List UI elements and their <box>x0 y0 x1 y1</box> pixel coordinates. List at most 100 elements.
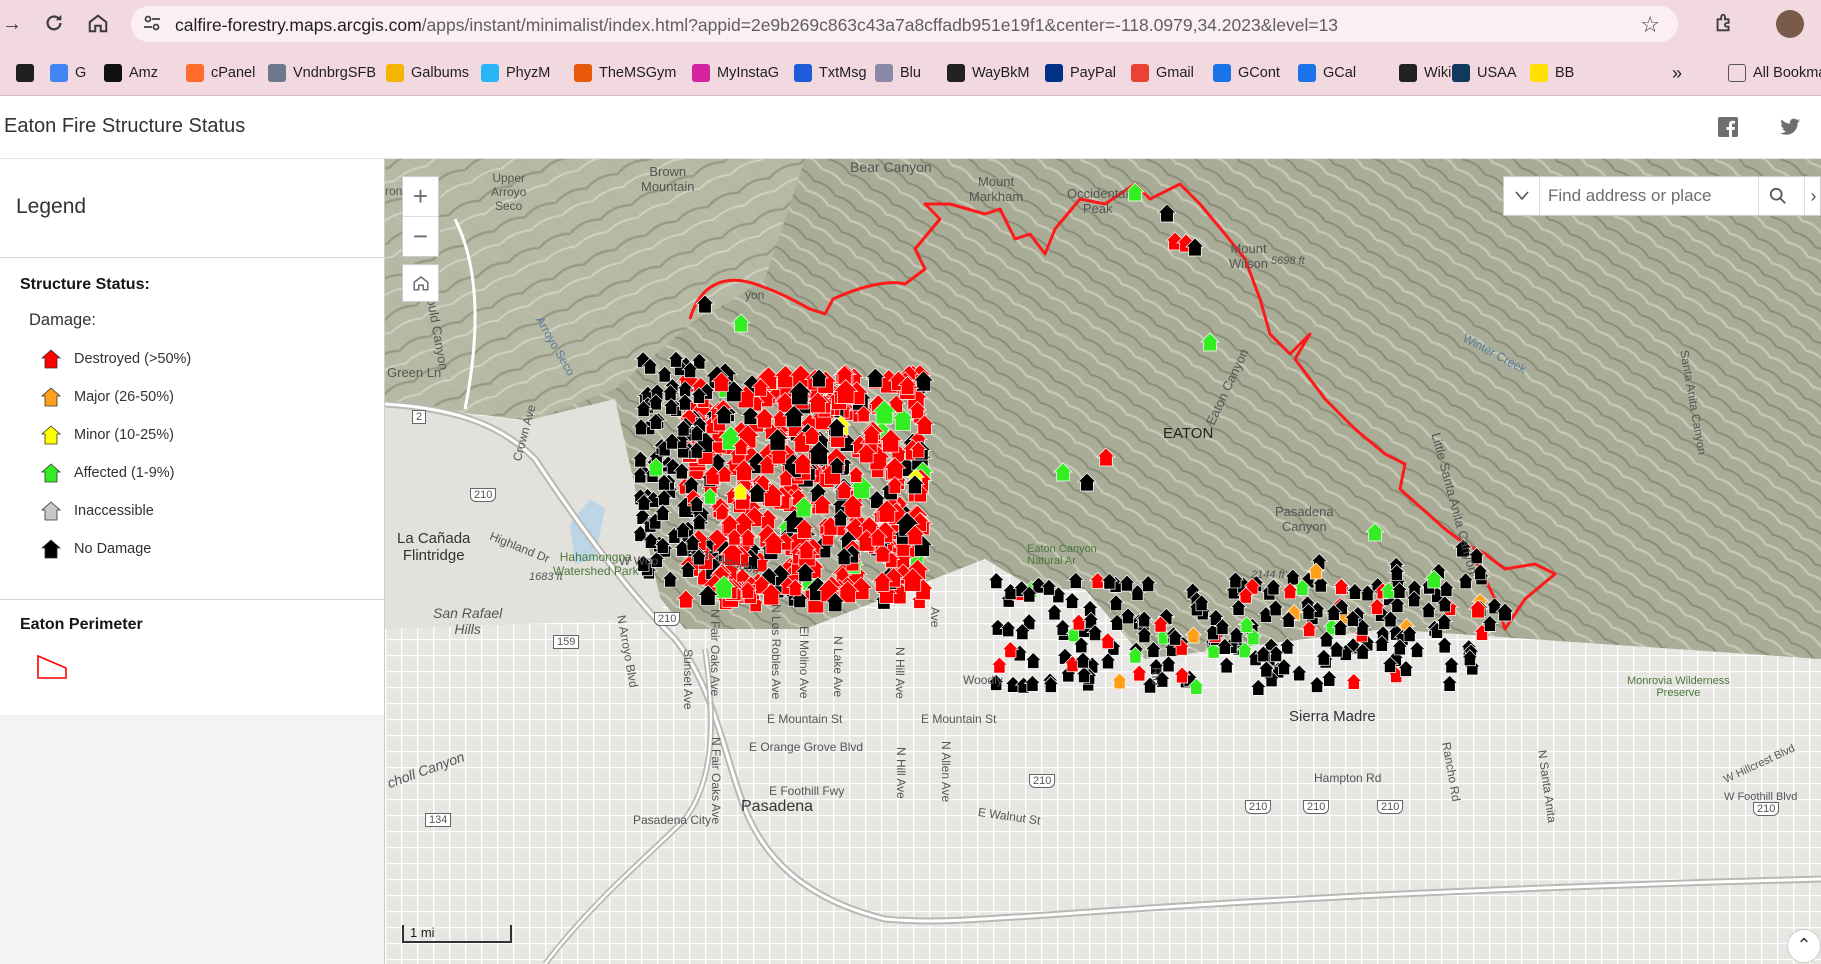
address-bar[interactable]: calfire-forestry.maps.arcgis.com/apps/in… <box>131 6 1678 42</box>
home-icon <box>413 276 428 291</box>
map-label: yon <box>745 288 765 302</box>
bookmark-star-icon[interactable]: ☆ <box>1640 12 1660 38</box>
reload-icon[interactable] <box>42 12 66 36</box>
map-label: 5698 ft <box>1271 255 1305 267</box>
bookmark-label: cPanel <box>211 65 256 81</box>
bookmark-item[interactable]: cPanel <box>186 62 255 84</box>
home-icon[interactable] <box>86 12 110 36</box>
map-label: Upper Arroyo Seco <box>491 171 527 213</box>
wayback-icon <box>947 64 965 82</box>
bookmark-label: G <box>75 65 87 81</box>
msgym-icon <box>574 64 592 82</box>
bookmark-item[interactable] <box>16 62 41 84</box>
folder-icon <box>1728 64 1746 82</box>
map-label: N Lake Ave <box>831 636 845 698</box>
bookmark-item[interactable]: MyInstaG <box>692 62 779 84</box>
phyz-icon <box>481 64 499 82</box>
route-shield: 159 <box>553 635 580 649</box>
bookmark-item[interactable]: USAA <box>1452 62 1517 84</box>
legend-item-label: Minor (10-25%) <box>74 427 174 443</box>
profile-avatar[interactable] <box>1776 10 1804 38</box>
bookmarks-overflow-button[interactable]: » <box>1672 62 1682 84</box>
map-label: El Molino Ave <box>797 626 811 699</box>
bookmark-item[interactable]: TheMSGym <box>574 62 676 84</box>
extensions-icon[interactable] <box>1712 12 1736 36</box>
house-destroyed-icon <box>40 349 62 369</box>
legend-item-label: No Damage <box>74 541 152 557</box>
site-info-icon[interactable] <box>141 13 163 35</box>
map-label: Eaton Canyon Natural Ar <box>1027 543 1097 567</box>
bookmark-item[interactable]: GCont <box>1213 62 1280 84</box>
map-label: ron <box>385 184 403 198</box>
bookmark-item[interactable]: WayBkM <box>947 62 1029 84</box>
map-label: Pasadena <box>741 798 814 815</box>
zoom-control: + − <box>402 176 439 257</box>
bookmark-label: PhyzM <box>506 65 551 81</box>
bookmark-item[interactable]: Blu <box>875 62 921 84</box>
contacts-icon <box>1213 64 1231 82</box>
legend-item-label: Major (26-50%) <box>74 389 174 405</box>
map-label: Sierra Madre <box>1289 708 1376 725</box>
forward-icon[interactable]: → <box>0 12 24 36</box>
legend-box: Legend Structure Status: Damage: Destroy… <box>0 159 384 715</box>
map-label: San Rafael Hills <box>433 605 503 637</box>
chevron-up-icon[interactable]: ⌃ <box>1787 929 1821 963</box>
bookmark-label: PayPal <box>1070 65 1116 81</box>
route-shield: 210 <box>1303 800 1330 814</box>
legend-item-major: Major (26-50%) <box>40 385 174 409</box>
facebook-icon[interactable] <box>1716 115 1740 139</box>
bookmark-item[interactable]: Gmail <box>1131 62 1194 84</box>
bookmark-item[interactable]: G <box>50 62 86 84</box>
bookmark-item[interactable]: GCal <box>1298 62 1356 84</box>
route-shield: 210 <box>470 488 497 502</box>
bookmark-label: BB <box>1555 65 1575 81</box>
bookmark-label: GCont <box>1238 65 1280 81</box>
page-title: Eaton Fire Structure Status <box>4 115 246 137</box>
bookmark-item[interactable]: Wikip <box>1399 62 1459 84</box>
bookmark-item[interactable]: PayPal <box>1045 62 1116 84</box>
route-shield: 210 <box>1245 800 1272 814</box>
map-label: N Los Robles Ave <box>769 604 783 700</box>
bookmark-label: Galbums <box>411 65 470 81</box>
bookmark-label: TxtMsg <box>819 65 867 81</box>
bookmark-item[interactable]: Amz <box>104 62 158 84</box>
legend-divider <box>0 257 384 258</box>
google-icon <box>50 64 68 82</box>
usaa-icon <box>1452 64 1470 82</box>
chevron-down-icon <box>1514 191 1529 201</box>
bookmark-item[interactable]: VndnbrgSFB <box>268 62 376 84</box>
search-input[interactable] <box>1548 177 1748 215</box>
route-shield: 210 <box>654 612 681 626</box>
bookmarks-bar: G Amz cPanel VndnbrgSFB Galbums PhyzM TheMSGym… <box>0 48 1821 96</box>
zoom-out-button[interactable]: − <box>403 217 438 257</box>
search-button[interactable] <box>1758 177 1796 215</box>
twitter-icon[interactable] <box>1778 115 1802 139</box>
search-source-dropdown[interactable] <box>1504 177 1540 215</box>
instagram-icon <box>692 64 710 82</box>
map-label: W Woo <box>619 554 659 568</box>
collapse-search-button[interactable]: › <box>1804 177 1821 215</box>
damage-group-label: Damage: <box>29 311 96 329</box>
bookmark-item[interactable]: PhyzM <box>481 62 550 84</box>
layer-title-eaton-perimeter: Eaton Perimeter <box>20 616 143 633</box>
url-text[interactable]: calfire-forestry.maps.arcgis.com/apps/in… <box>175 15 1338 36</box>
pinwheel-icon <box>386 64 404 82</box>
map-label: E Orange Grove Blvd <box>749 740 864 754</box>
legend-item-affected: Affected (1-9%) <box>40 461 174 485</box>
bookmark-label: MyInstaG <box>717 65 780 81</box>
bookmark-item[interactable]: BB <box>1530 62 1574 84</box>
all-bookmarks-button[interactable]: All Bookmarks <box>1728 62 1821 84</box>
chat-icon <box>794 64 812 82</box>
bookmark-label: GCal <box>1323 65 1357 81</box>
bookmark-item[interactable]: TxtMsg <box>794 62 867 84</box>
photo-icon <box>268 64 286 82</box>
legend-item-destroyed: Destroyed (>50%) <box>40 347 191 371</box>
bookmark-label: Gmail <box>1156 65 1194 81</box>
zoom-in-button[interactable]: + <box>403 177 438 217</box>
legend-item-inaccessible: Inaccessible <box>40 499 154 523</box>
route-shield: 210 <box>1377 800 1404 814</box>
home-extent-button[interactable] <box>402 264 439 302</box>
map-view[interactable]: Bear Canyon Brown Mountain Upper Arroyo … <box>385 159 1821 964</box>
bookmark-item[interactable]: Galbums <box>386 62 469 84</box>
legend-item-no-damage: No Damage <box>40 537 151 561</box>
